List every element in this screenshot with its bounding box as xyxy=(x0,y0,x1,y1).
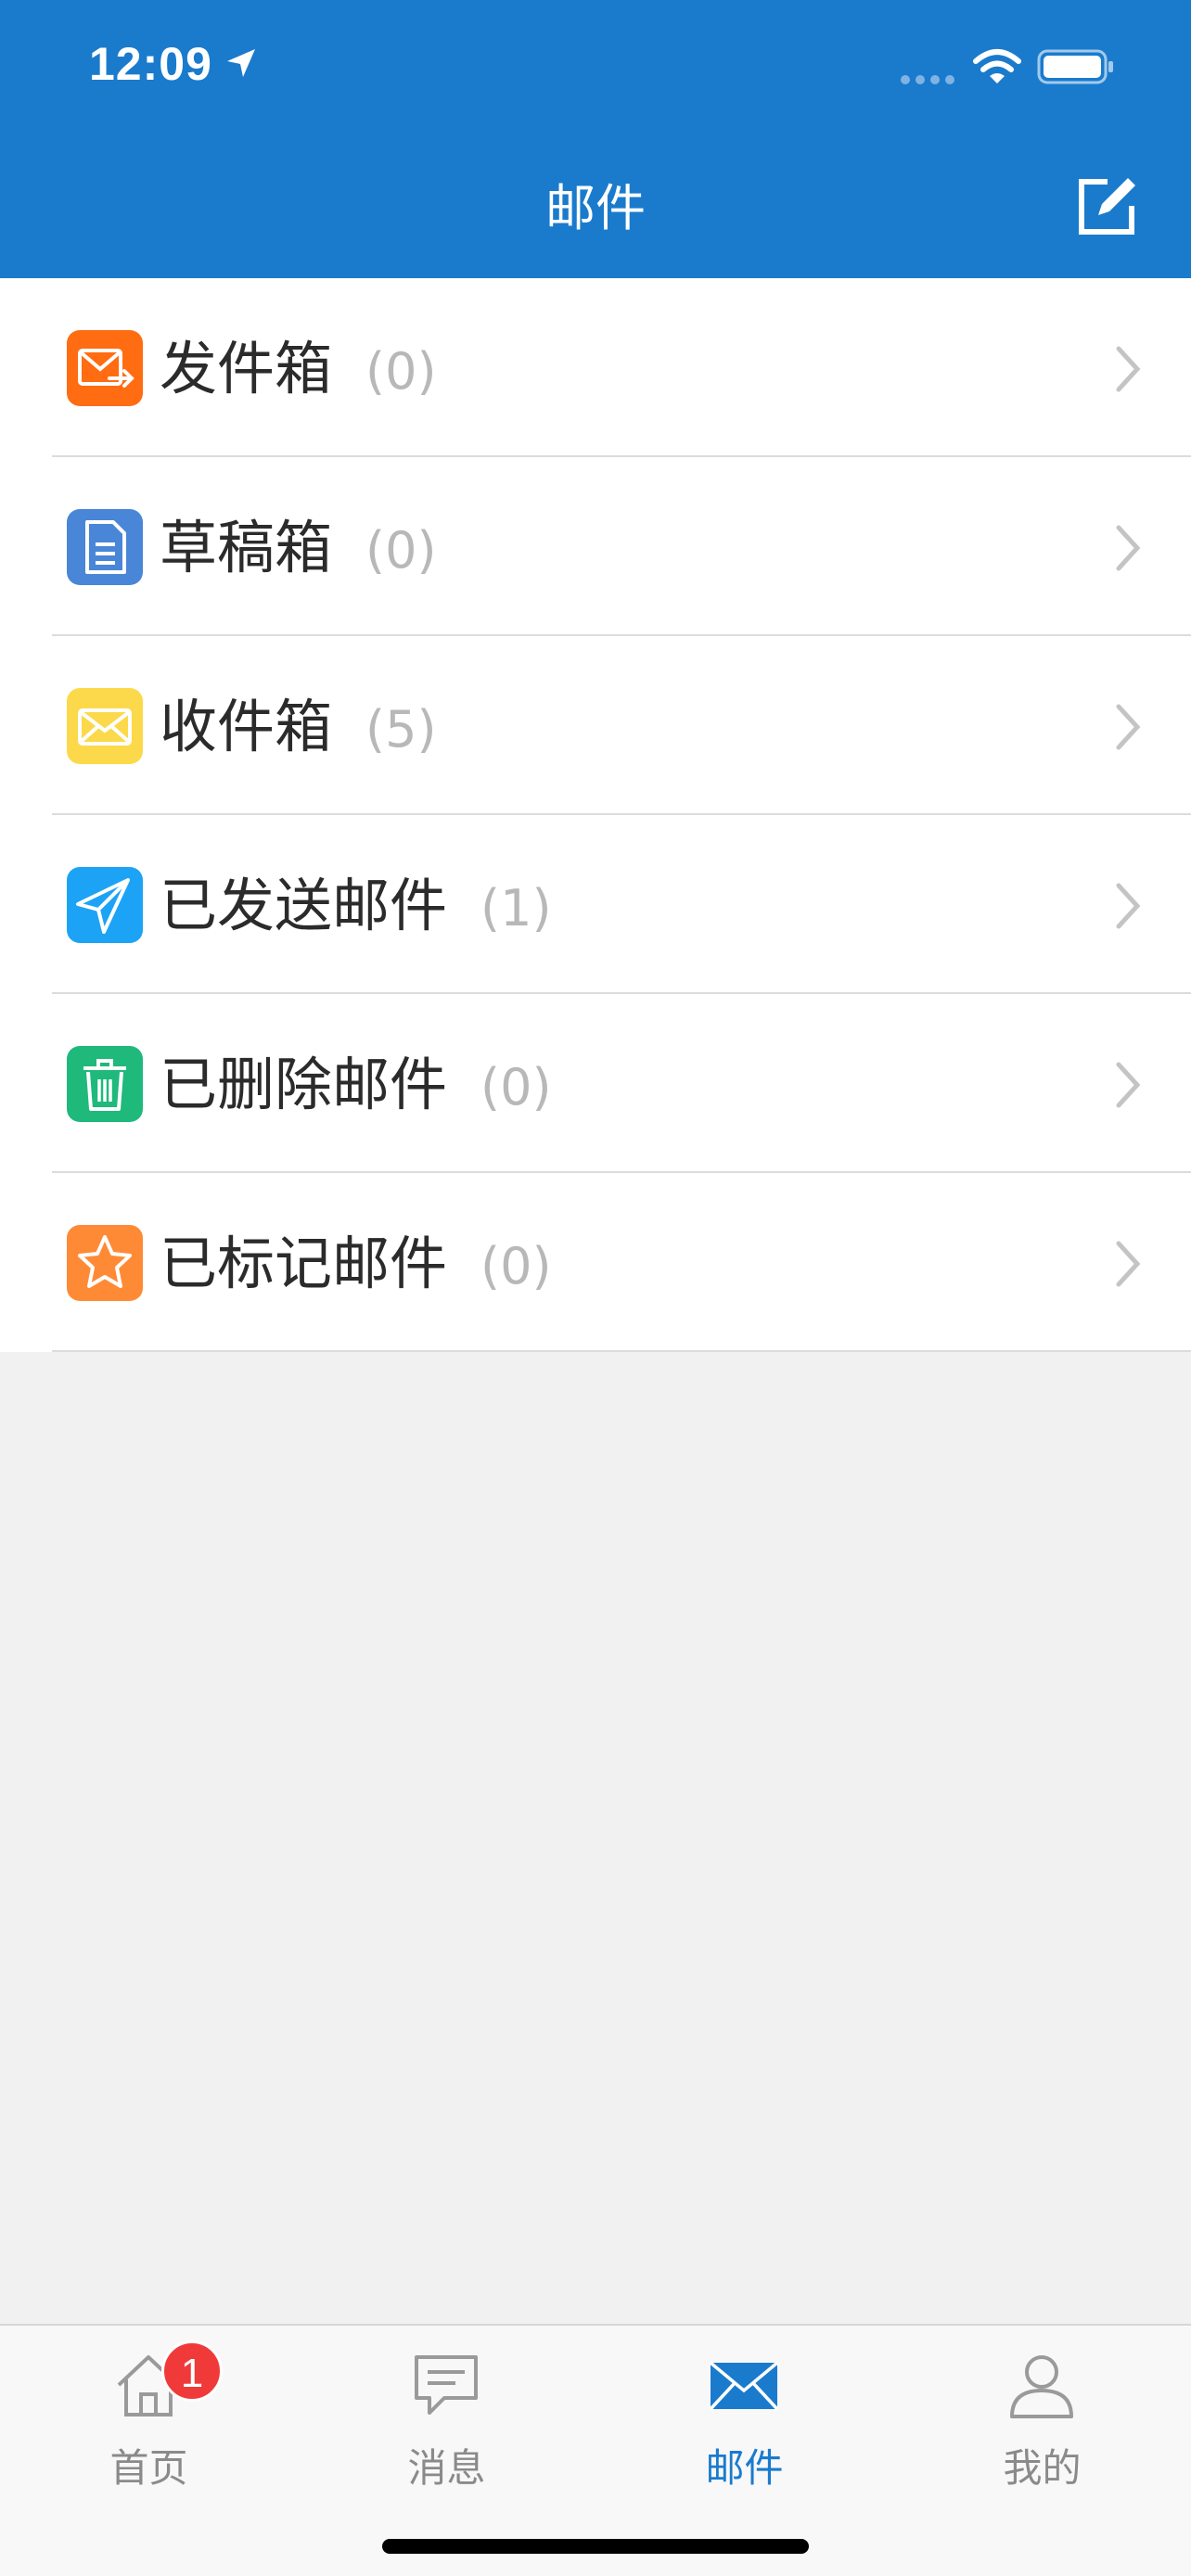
paper-plane-icon xyxy=(67,867,143,943)
tab-label: 邮件 xyxy=(705,2445,784,2491)
tab-me[interactable]: 我的 xyxy=(893,2326,1191,2511)
folder-drafts[interactable]: 草稿箱 (0) xyxy=(0,457,1191,636)
folder-deleted[interactable]: 已删除邮件 (0) xyxy=(0,994,1191,1173)
user-icon xyxy=(1010,2355,1073,2418)
home-indicator xyxy=(382,2539,809,2554)
folder-count: (0) xyxy=(480,1058,552,1116)
message-icon xyxy=(415,2355,478,2415)
folder-inbox[interactable]: 收件箱 (5) xyxy=(0,636,1191,815)
chevron-right-icon xyxy=(1116,346,1141,392)
chevron-right-icon xyxy=(1116,704,1141,750)
notification-badge: 1 xyxy=(161,2340,223,2402)
mail-icon xyxy=(709,2361,779,2411)
folder-label: 收件箱 xyxy=(160,693,333,760)
tab-label: 消息 xyxy=(407,2445,486,2491)
tab-home[interactable]: 1 首页 xyxy=(0,2326,298,2511)
folder-sent[interactable]: 已发送邮件 (1) xyxy=(0,815,1191,994)
status-bar: 12:09 xyxy=(0,0,1191,139)
page-title: 邮件 xyxy=(545,179,646,237)
folder-label: 草稿箱 xyxy=(160,514,333,581)
mail-folder-list: 发件箱 (0) 草稿箱 (0) 收件箱 (5) 已发送邮件 (1) 已删除邮件 … xyxy=(0,278,1191,1352)
location-arrow-icon xyxy=(227,49,255,77)
folder-label: 已标记邮件 xyxy=(160,1230,448,1297)
row-divider xyxy=(52,1350,1191,1352)
cellular-signal-icon xyxy=(901,75,954,84)
tab-mail[interactable]: 邮件 xyxy=(596,2326,893,2511)
chevron-right-icon xyxy=(1116,1241,1141,1287)
folder-label: 已删除邮件 xyxy=(160,1051,448,1118)
folder-label: 已发送邮件 xyxy=(160,872,448,939)
star-icon xyxy=(67,1225,143,1301)
tab-label: 我的 xyxy=(1003,2445,1082,2491)
compose-icon[interactable] xyxy=(1076,176,1137,237)
folder-outbox[interactable]: 发件箱 (0) xyxy=(0,278,1191,457)
folder-count: (1) xyxy=(480,879,552,937)
tab-label: 首页 xyxy=(109,2445,188,2491)
tab-messages[interactable]: 消息 xyxy=(298,2326,596,2511)
draft-document-icon xyxy=(67,509,143,585)
chevron-right-icon xyxy=(1116,1062,1141,1108)
battery-icon xyxy=(1037,49,1113,84)
folder-count: (0) xyxy=(365,342,437,401)
outbox-icon xyxy=(67,330,143,406)
status-time: 12:09 xyxy=(89,38,212,90)
folder-count: (5) xyxy=(365,700,437,759)
trash-icon xyxy=(67,1046,143,1122)
inbox-envelope-icon xyxy=(67,688,143,764)
wifi-icon xyxy=(973,49,1021,83)
folder-label: 发件箱 xyxy=(160,335,333,402)
chevron-right-icon xyxy=(1116,883,1141,929)
folder-count: (0) xyxy=(365,521,437,580)
folder-flagged[interactable]: 已标记邮件 (0) xyxy=(0,1173,1191,1352)
nav-header: 12:09 邮件 xyxy=(0,0,1191,278)
chevron-right-icon xyxy=(1116,525,1141,571)
folder-count: (0) xyxy=(480,1237,552,1295)
